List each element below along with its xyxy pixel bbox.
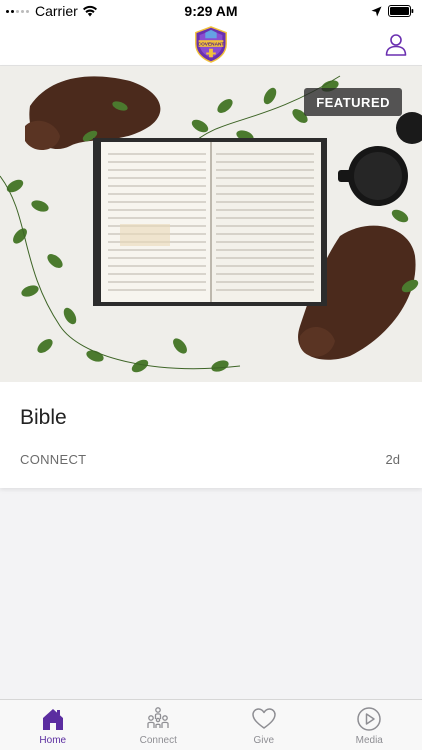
status-time: 9:29 AM	[184, 3, 238, 19]
heart-icon	[252, 708, 276, 729]
tab-give[interactable]: Give	[211, 700, 317, 750]
tab-home-label: Home	[39, 735, 67, 746]
play-icon	[357, 707, 381, 731]
tab-connect[interactable]: Connect	[106, 700, 212, 750]
profile-button[interactable]	[382, 30, 410, 58]
card-title[interactable]: Bible	[20, 406, 67, 430]
status-right-group	[371, 5, 414, 17]
tab-home[interactable]: Home	[0, 700, 106, 750]
tab-media[interactable]: Media	[317, 700, 422, 750]
location-arrow-icon	[371, 6, 382, 16]
status-bar: Carrier 9:29 AM	[0, 0, 422, 22]
tab-media-label: Media	[355, 735, 383, 746]
battery-icon	[388, 5, 414, 17]
card-category: CONNECT	[20, 452, 87, 467]
people-icon	[147, 707, 169, 728]
svg-text:COVENANT: COVENANT	[198, 42, 225, 48]
home-icon	[42, 709, 63, 730]
user-icon	[385, 34, 407, 56]
card-age: 2d	[385, 452, 400, 467]
tab-bar: Home Connect Give Media	[0, 699, 422, 750]
featured-card[interactable]: FEATURED Bible CONNECT 2d	[0, 66, 422, 488]
church-logo[interactable]: COVENANT	[192, 25, 230, 63]
app-header: COVENANT	[0, 22, 422, 66]
featured-badge: FEATURED	[304, 88, 402, 116]
tab-connect-label: Connect	[139, 735, 177, 746]
tab-give-label: Give	[253, 735, 275, 746]
